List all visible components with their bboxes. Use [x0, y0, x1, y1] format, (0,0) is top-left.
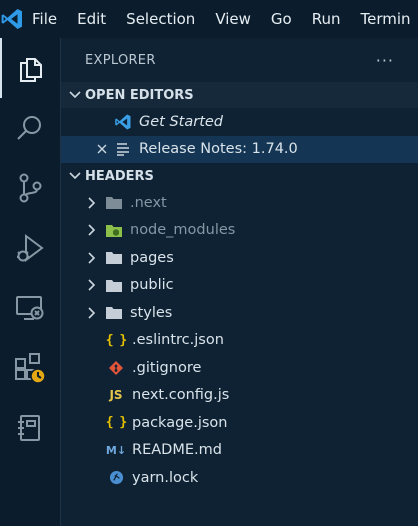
tree-item-label: yarn.lock	[132, 469, 199, 486]
js-glyph: JS	[109, 388, 123, 403]
tree-item-label: .eslintrc.json	[132, 332, 224, 349]
tree-file-item[interactable]: { } package.json	[61, 409, 418, 437]
tree-folder-item[interactable]: .next	[61, 189, 418, 217]
open-editor-item-selected[interactable]: Release Notes: 1.74.0	[61, 135, 418, 163]
tree-item-label: pages	[130, 249, 174, 266]
explorer-header: EXPLORER ···	[61, 38, 418, 82]
source-control-icon[interactable]	[0, 158, 60, 218]
tree-folder-item[interactable]: pages	[61, 244, 418, 272]
extensions-icon[interactable]	[0, 338, 60, 398]
open-editors-label: OPEN EDITORS	[85, 87, 194, 103]
folder-icon	[103, 303, 125, 323]
menu-file[interactable]: File	[24, 0, 67, 38]
yarn-icon	[105, 468, 127, 488]
json-glyph: { }	[105, 332, 128, 348]
folder-label: HEADERS	[85, 168, 154, 184]
tree-item-label: package.json	[132, 414, 228, 431]
chevron-right-icon	[83, 248, 101, 268]
open-editors-section-header[interactable]: OPEN EDITORS	[61, 82, 418, 108]
vscode-logo-icon[interactable]	[0, 0, 24, 38]
open-editor-item[interactable]: Get Started	[61, 108, 418, 136]
notebook-icon[interactable]	[0, 398, 60, 458]
folder-section-header[interactable]: HEADERS	[61, 163, 418, 189]
json-icon: { }	[105, 413, 128, 433]
tree-item-label: README.md	[132, 442, 222, 459]
node-folder-icon	[103, 220, 125, 240]
chevron-right-icon	[83, 220, 101, 240]
remote-explorer-icon[interactable]	[0, 278, 60, 338]
tree-item-label: styles	[130, 304, 173, 321]
search-icon[interactable]	[0, 98, 60, 158]
tree-item-label: next.config.js	[132, 387, 230, 404]
folder-icon	[103, 193, 125, 213]
chevron-down-icon	[65, 91, 85, 99]
markdown-icon: M↓	[105, 440, 127, 460]
js-icon: JS	[105, 385, 127, 405]
tree-file-item[interactable]: M↓ README.md	[61, 437, 418, 465]
menu-selection[interactable]: Selection	[116, 0, 205, 38]
tree-item-label: public	[130, 277, 174, 294]
tree-folder-item[interactable]: styles	[61, 299, 418, 327]
menu-terminal[interactable]: Termin	[351, 0, 418, 38]
chevron-down-icon	[65, 172, 85, 180]
run-debug-icon[interactable]	[0, 218, 60, 278]
json-glyph: { }	[105, 415, 128, 431]
md-glyph: M↓	[105, 443, 127, 457]
more-actions-icon[interactable]: ···	[376, 51, 394, 70]
git-icon	[105, 358, 127, 378]
menu-view[interactable]: View	[205, 0, 261, 38]
tree-file-item[interactable]: { } .eslintrc.json	[61, 327, 418, 355]
chevron-right-icon	[83, 275, 101, 295]
explorer-icon[interactable]	[0, 38, 60, 98]
folder-icon	[103, 275, 125, 295]
document-icon	[112, 139, 134, 159]
tree-folder-item[interactable]: node_modules	[61, 217, 418, 245]
tree-item-label: .gitignore	[132, 359, 202, 376]
vscode-icon	[112, 112, 134, 132]
folder-icon	[103, 248, 125, 268]
json-icon: { }	[105, 330, 128, 350]
open-editor-label: Get Started	[139, 113, 223, 130]
menu-go[interactable]: Go	[261, 0, 302, 38]
tree-file-item[interactable]: yarn.lock	[61, 464, 418, 492]
tree-file-item[interactable]: JS next.config.js	[61, 382, 418, 410]
menu-run[interactable]: Run	[302, 0, 351, 38]
tree-item-label: node_modules	[130, 222, 236, 239]
activity-bar	[0, 38, 61, 526]
explorer-sidebar: EXPLORER ··· OPEN EDITORS Get Started Re…	[61, 38, 418, 526]
explorer-title: EXPLORER	[85, 52, 156, 68]
tree-item-label: .next	[130, 194, 167, 211]
tree-folder-item[interactable]: public	[61, 272, 418, 300]
close-icon[interactable]	[95, 142, 109, 156]
chevron-right-icon	[83, 193, 101, 213]
tree-file-item[interactable]: .gitignore	[61, 354, 418, 382]
menu-bar: File Edit Selection View Go Run Termin	[0, 0, 418, 38]
open-editor-label: Release Notes: 1.74.0	[139, 141, 298, 158]
chevron-right-icon	[83, 303, 101, 323]
menu-edit[interactable]: Edit	[67, 0, 116, 38]
